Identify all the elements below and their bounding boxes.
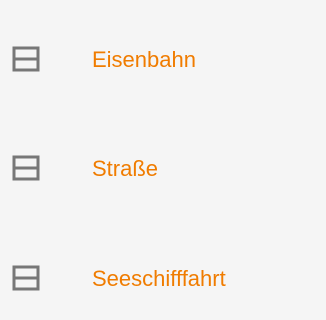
- view-split-horizontal-icon: [10, 44, 42, 76]
- view-split-horizontal-icon: [10, 153, 42, 185]
- transport-mode-list: Eisenbahn Straße Seeschifffahrt: [0, 0, 326, 320]
- view-split-horizontal-icon-svg: [12, 265, 40, 291]
- view-split-horizontal-icon-svg: [12, 46, 40, 72]
- view-split-horizontal-icon: [10, 263, 42, 295]
- transport-item-label: Eisenbahn: [92, 47, 196, 72]
- transport-item-seeschifffahrt[interactable]: Seeschifffahrt: [0, 249, 326, 309]
- transport-item-label: Straße: [92, 156, 159, 181]
- transport-item-eisenbahn[interactable]: Eisenbahn: [0, 30, 326, 90]
- transport-item-strasse[interactable]: Straße: [0, 139, 326, 199]
- transport-item-label: Seeschifffahrt: [92, 266, 226, 291]
- view-split-horizontal-icon-svg: [12, 155, 40, 181]
